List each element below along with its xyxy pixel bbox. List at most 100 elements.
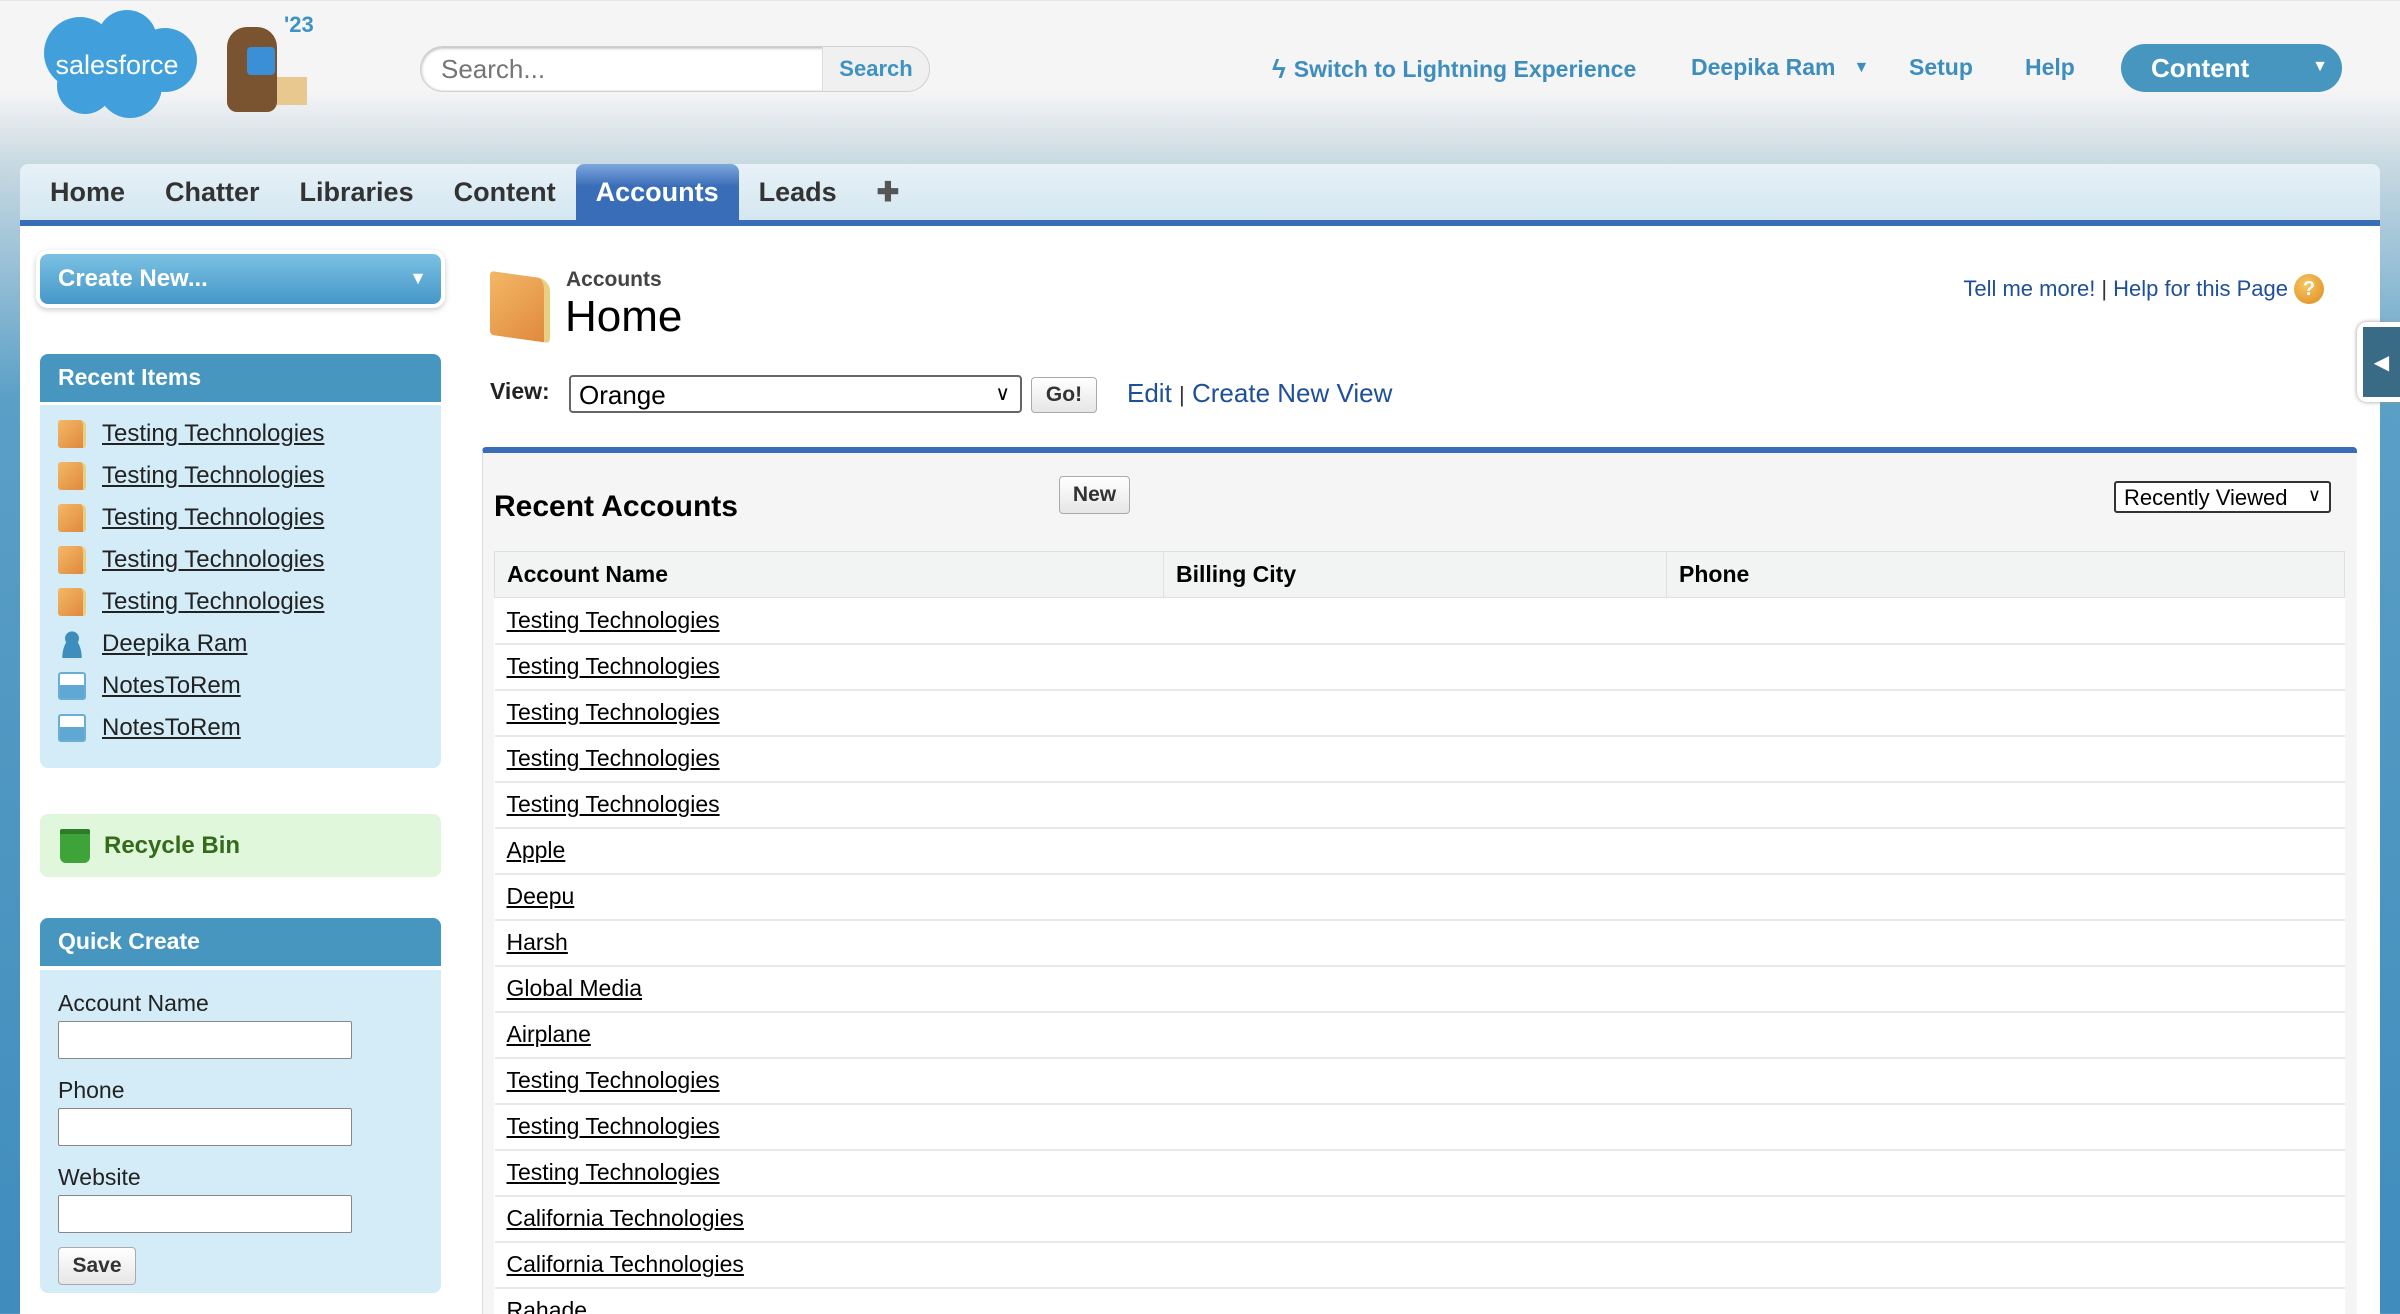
recent-item[interactable]: Deepika Ram (40, 623, 441, 665)
view-links: Edit | Create New View (1127, 378, 1392, 409)
recent-item-link[interactable]: Testing Technologies (102, 420, 324, 448)
recent-item[interactable]: Testing Technologies (40, 497, 441, 539)
recent-item[interactable]: Testing Technologies (40, 455, 441, 497)
billing-city-cell (1163, 1287, 1667, 1314)
lightning-bolt-icon: ϟ (1272, 54, 1286, 84)
view-label: View: (490, 378, 550, 404)
account-link[interactable]: Apple (507, 837, 566, 863)
account-link[interactable]: Testing Technologies (507, 745, 720, 771)
release-mascot-image: '23 (222, 12, 327, 117)
edit-view-link[interactable]: Edit (1127, 378, 1172, 408)
switch-to-lightning-link[interactable]: ϟ Switch to Lightning Experience (1272, 54, 1636, 85)
account-link[interactable]: Testing Technologies (507, 1159, 720, 1185)
search-button[interactable]: Search (822, 47, 929, 91)
column-header-phone[interactable]: Phone (1666, 551, 2345, 598)
recycle-bin-link[interactable]: Recycle Bin (40, 814, 441, 877)
recycle-bin-icon (60, 828, 90, 863)
account-link[interactable]: Testing Technologies (507, 607, 720, 633)
all-tabs-plus-icon[interactable]: ✚ (857, 164, 920, 220)
tell-me-more-link[interactable]: Tell me more! (1963, 276, 2095, 302)
account-link[interactable]: Testing Technologies (507, 791, 720, 817)
column-header-billing-city[interactable]: Billing City (1163, 551, 1667, 598)
tab-content[interactable]: Content (434, 164, 576, 220)
recent-item-link[interactable]: Testing Technologies (102, 462, 324, 490)
phone-label: Phone (58, 1077, 125, 1103)
create-new-view-link[interactable]: Create New View (1192, 378, 1392, 408)
accounts-folder-icon (490, 270, 550, 344)
account-link[interactable]: California Technologies (507, 1205, 744, 1231)
billing-city-cell (1163, 1149, 1667, 1197)
salesforce-logo[interactable]: salesforce (35, 8, 200, 122)
table-row: Deepu (494, 873, 2345, 921)
create-new-label: Create New... (58, 265, 208, 292)
recent-item-link[interactable]: Testing Technologies (102, 546, 324, 574)
recent-item[interactable]: Testing Technologies (40, 581, 441, 623)
app-menu-button[interactable]: Content ▼ (2121, 44, 2342, 92)
account-link[interactable]: Airplane (507, 1021, 591, 1047)
phone-cell (1666, 1149, 2345, 1197)
tab-home[interactable]: Home (30, 164, 145, 220)
view-select-value: Orange (579, 380, 666, 410)
account-name-label: Account Name (58, 990, 209, 1016)
help-link[interactable]: Help (2025, 54, 2075, 81)
account-link[interactable]: Rahade (507, 1297, 588, 1314)
phone-cell (1666, 1057, 2345, 1105)
account-link[interactable]: Deepu (507, 883, 575, 909)
recent-item[interactable]: NotesToRem (40, 665, 441, 707)
quick-create-header: Quick Create (40, 918, 441, 966)
account-link[interactable]: Testing Technologies (507, 1113, 720, 1139)
lightning-link-label: Switch to Lightning Experience (1293, 56, 1637, 82)
separator: | (1179, 382, 1185, 407)
account-name-cell: Rahade (494, 1287, 1164, 1314)
search-input[interactable] (421, 47, 822, 91)
recent-filter-select[interactable]: Recently Viewed ∨ (2114, 481, 2331, 513)
sidebar-collapse-handle[interactable]: ◀ (2357, 322, 2400, 402)
tab-chatter[interactable]: Chatter (145, 164, 280, 220)
phone-cell (1666, 873, 2345, 921)
recent-item[interactable]: Testing Technologies (40, 413, 441, 455)
billing-city-cell (1163, 873, 1667, 921)
table-row: Testing Technologies (494, 1149, 2345, 1197)
recent-item[interactable]: Testing Technologies (40, 539, 441, 581)
account-link[interactable]: Harsh (507, 929, 568, 955)
recent-item-link[interactable]: NotesToRem (102, 714, 241, 742)
account-link[interactable]: Testing Technologies (507, 653, 720, 679)
note-icon (58, 672, 86, 700)
help-question-icon[interactable]: ? (2294, 274, 2324, 304)
column-header-account-name[interactable]: Account Name (494, 551, 1164, 598)
account-link[interactable]: California Technologies (507, 1251, 744, 1277)
phone-field[interactable] (58, 1108, 352, 1146)
account-link[interactable]: Global Media (507, 975, 643, 1001)
recent-item-link[interactable]: Testing Technologies (102, 504, 324, 532)
account-link[interactable]: Testing Technologies (507, 699, 720, 725)
tab-libraries[interactable]: Libraries (280, 164, 434, 220)
account-name-field[interactable] (58, 1021, 352, 1059)
save-button[interactable]: Save (58, 1247, 136, 1285)
phone-cell (1666, 735, 2345, 783)
help-for-page-link[interactable]: Help for this Page (2113, 276, 2288, 302)
billing-city-cell (1163, 597, 1667, 645)
account-link[interactable]: Testing Technologies (507, 1067, 720, 1093)
recent-item-link[interactable]: Deepika Ram (102, 630, 247, 658)
go-button[interactable]: Go! (1031, 377, 1097, 413)
account-name-cell: Testing Technologies (494, 1149, 1164, 1197)
create-new-button[interactable]: Create New... ▼ (40, 254, 441, 304)
section-title: Recent Accounts (494, 490, 738, 523)
tab-leads[interactable]: Leads (739, 164, 857, 220)
phone-cell (1666, 1011, 2345, 1059)
view-select[interactable]: Orange ∨ (569, 375, 1022, 413)
user-menu-label: Deepika Ram (1691, 54, 1836, 80)
tab-accounts[interactable]: Accounts (575, 164, 739, 220)
recent-item-link[interactable]: NotesToRem (102, 672, 241, 700)
setup-link[interactable]: Setup (1909, 54, 1973, 81)
new-account-button[interactable]: New (1059, 476, 1130, 514)
website-field[interactable] (58, 1195, 352, 1233)
recent-item[interactable]: NotesToRem (40, 707, 441, 749)
account-folder-icon (58, 420, 86, 448)
billing-city-cell (1163, 1241, 1667, 1289)
recent-item-link[interactable]: Testing Technologies (102, 588, 324, 616)
billing-city-cell (1163, 1195, 1667, 1243)
table-row: Testing Technologies (494, 781, 2345, 829)
billing-city-cell (1163, 689, 1667, 737)
user-menu[interactable]: Deepika Ram ▼ (1691, 54, 1869, 81)
